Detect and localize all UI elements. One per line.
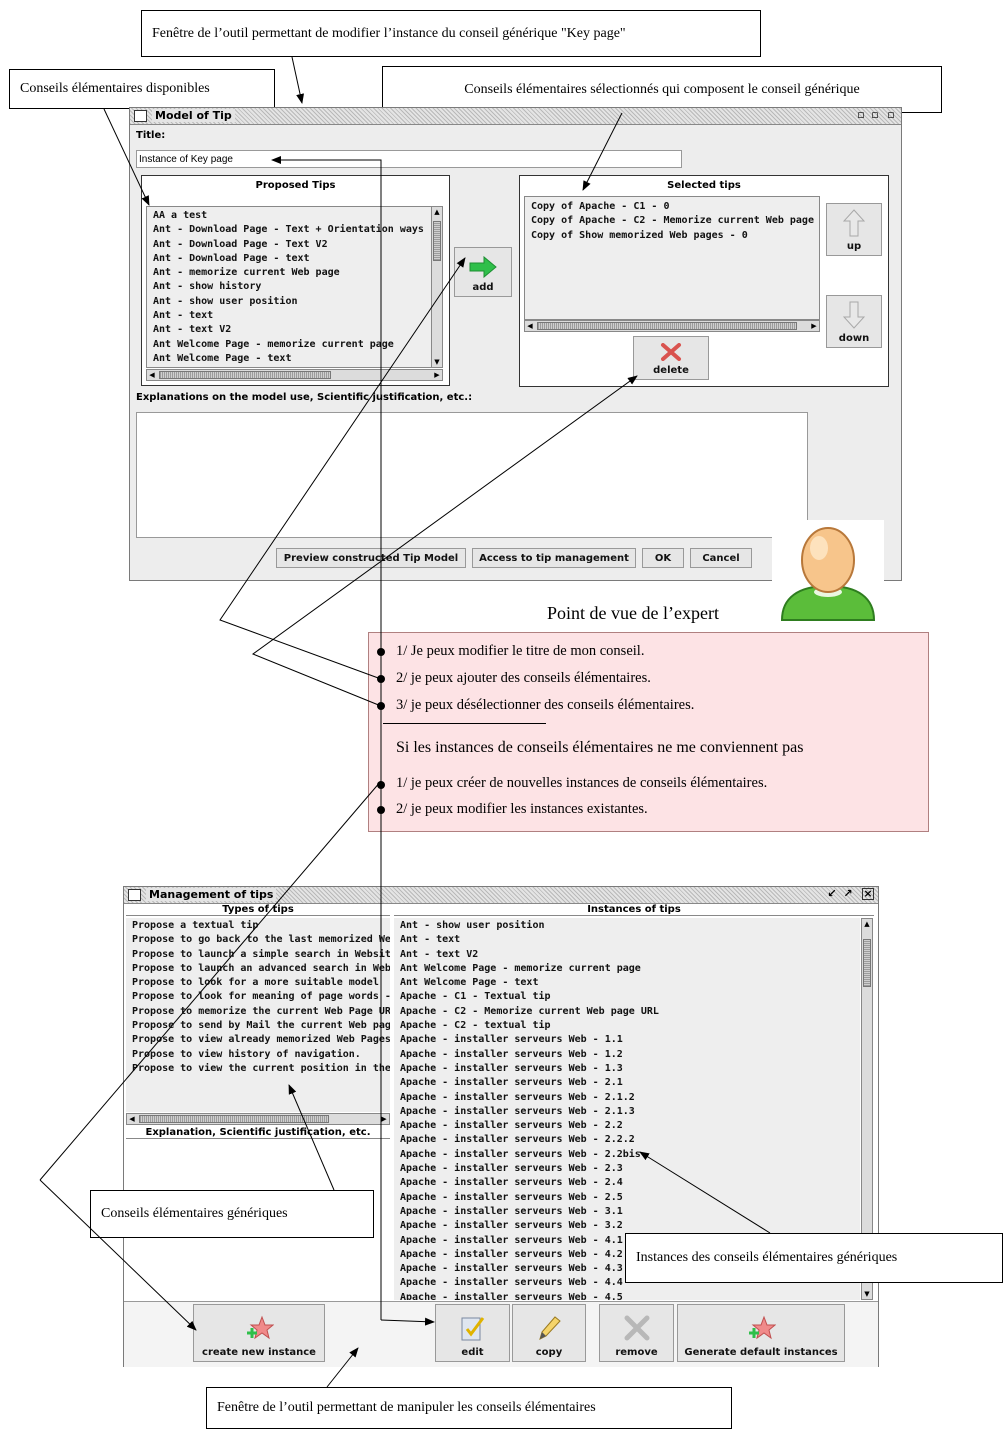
leader-line — [291, 56, 304, 104]
leader-line — [326, 1347, 359, 1388]
leader-line — [39, 1179, 197, 1331]
leader-line — [251, 375, 638, 707]
leader-line — [39, 780, 382, 1181]
leader-line — [288, 1084, 335, 1191]
leader-line — [582, 112, 623, 191]
leader-line — [639, 1151, 771, 1234]
leader-line — [103, 108, 150, 206]
leader-line — [219, 257, 466, 680]
annotation-lines — [39, 56, 771, 1388]
leader-line — [380, 1317, 435, 1326]
